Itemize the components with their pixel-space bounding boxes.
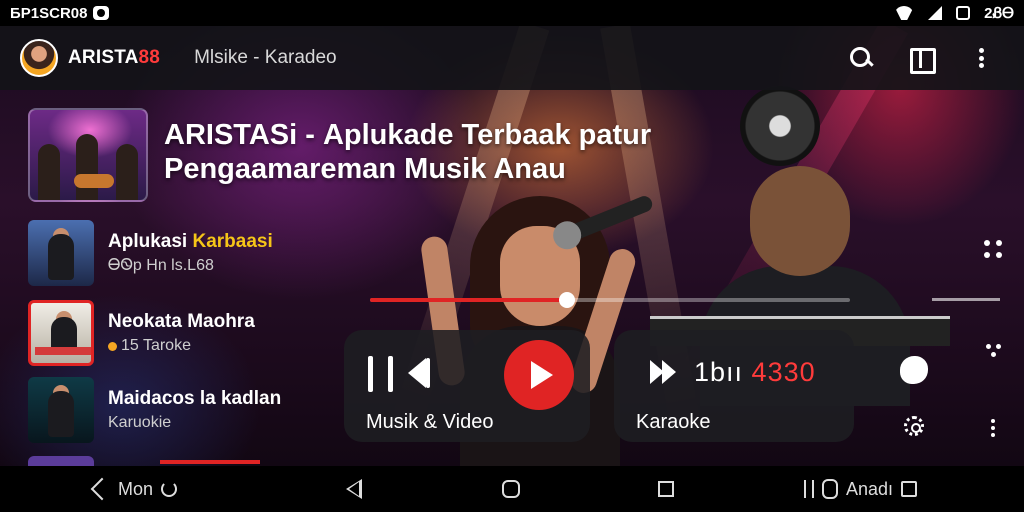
list-item-title: Aplukasi Karbaasi [108,231,273,252]
list-item-thumbnail [28,220,94,286]
page-subtitle: Mlsike - Karadeo [194,47,337,68]
list-item-subtitle: Karuokie [108,414,172,431]
brand-name: ARISTA [68,47,139,68]
notification-icon [93,6,110,20]
list-item-subtitle: 15 Taroke [108,337,255,355]
list-item-thumbnail [28,377,94,443]
list-item[interactable]: Neokata Maohra 15 Taroke [28,298,358,368]
settings-icon[interactable] [904,416,924,436]
list-item[interactable]: Aplukasi Karbaasi ᎾᏫp Hn ls.L68 [28,218,358,288]
pause-bar-icon [368,356,373,392]
nav-left-label: Mon [118,478,154,499]
status-bar: ƂP1SCR08 2ᏰᎾ [0,0,1024,26]
nav-right-group[interactable]: Anadı [804,466,918,512]
nav-left-group[interactable]: Mon [90,466,178,512]
search-icon[interactable] [848,45,874,71]
hero-title: ARISTASі - Aplukade Terbaak patur Pengaa… [164,118,651,186]
sticker-icon[interactable] [900,356,928,384]
signal-icon [928,6,943,20]
app-brand: ARISTA88 [68,47,160,69]
karaoke-counter: 1bıı 4330 [694,357,816,387]
list-item[interactable]: Maidacos la kadlan Karuokie [28,375,358,445]
previous-icon[interactable] [408,358,426,388]
system-nav-bar: Mon Anadı [0,466,1024,512]
hero-title-line-2: Pengaamareman Musik Anau [164,153,566,185]
nav-recents-button[interactable] [658,466,674,512]
pause-bar-icon [388,356,393,392]
list-item-subtitle: ᎾᏫp Hn ls.L68 [108,257,214,274]
window-icon[interactable] [901,481,918,497]
list-item-partial[interactable] [28,456,278,466]
list-item-title: Maidacos la kadlan [108,388,282,409]
nav-back-button[interactable] [346,466,362,512]
nav-home-button[interactable] [502,466,520,512]
secondary-progress-bar [932,298,1000,301]
list-item-title: Neokata Maohra [108,311,255,332]
app-bar: ARISTA88 Mlsike - Karadeo [0,26,1024,90]
back-icon[interactable] [346,479,362,499]
refresh-icon[interactable] [161,481,178,497]
nav-right-label: Anadı [846,478,894,499]
more-vert-icon[interactable] [991,419,997,437]
split-icon[interactable] [804,480,814,498]
playback-progress-bar[interactable] [370,292,850,308]
fast-forward-icon[interactable] [650,360,680,386]
wifi-icon [894,6,914,20]
home-icon[interactable] [502,480,520,498]
battery-icon [956,6,971,20]
status-carrier-text: ƂP1SCR08 [10,4,88,22]
undo-icon[interactable] [90,477,114,501]
karaoke-card[interactable]: 1bıı 4330 Karaoke [614,330,854,442]
music-video-label: Musik & Video [366,411,494,433]
duration-icon [108,341,117,351]
brand-number: 88 [138,47,161,68]
hero-title-line-1: ARISTASі - Aplukade Terbaak patur [164,119,652,151]
hero-thumbnail[interactable] [28,108,148,202]
status-time: 2ᏰᎾ [984,4,1014,22]
more-vert-icon[interactable] [968,45,994,71]
play-button[interactable] [504,340,574,410]
progress-fill [370,298,567,302]
avatar[interactable] [20,39,58,77]
list-item-thumbnail [28,300,94,366]
music-video-card[interactable]: Musik & Video [344,330,590,442]
progress-knob[interactable] [558,292,575,308]
previous-bar-icon [426,358,430,388]
recents-icon[interactable] [658,481,674,497]
grid-icon[interactable] [986,344,1004,362]
cast-icon[interactable] [908,45,936,74]
karaoke-label: Karaoke [636,411,711,433]
expand-icon[interactable] [984,240,1002,258]
pill-icon[interactable] [822,479,838,499]
